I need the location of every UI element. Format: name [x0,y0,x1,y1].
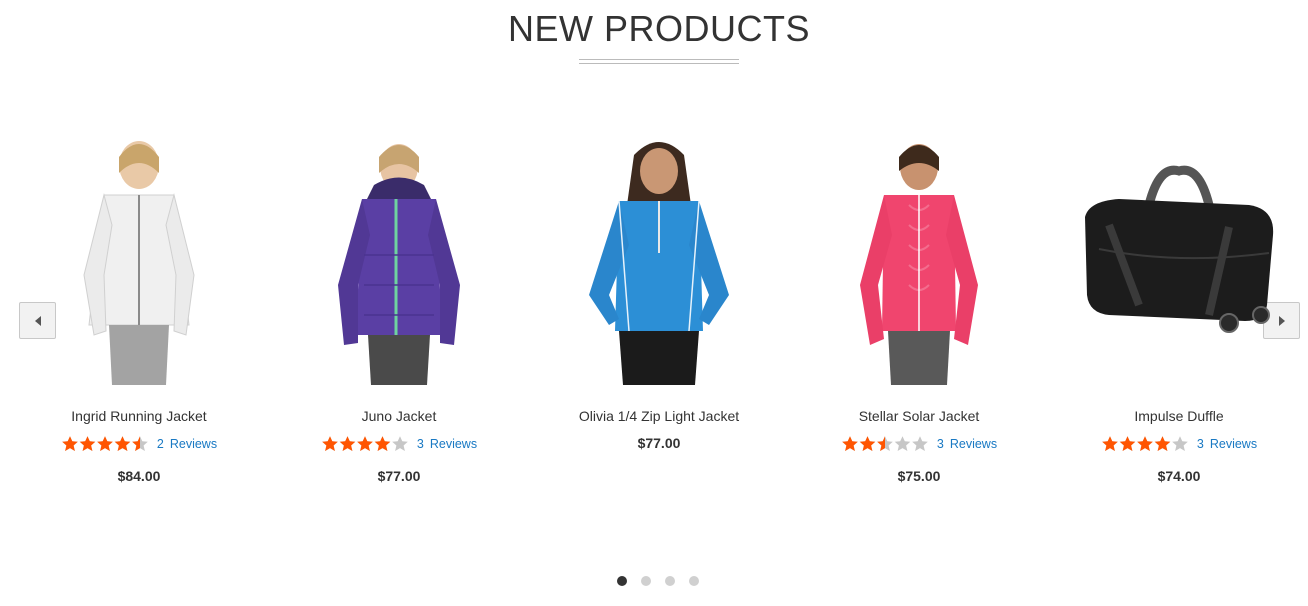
product-rating: 3 Reviews [284,434,514,454]
carousel-pagination [617,576,699,586]
product-price: $77.00 [637,435,681,451]
product-item: Olivia 1/4 Zip Light Jacket $77.00 [544,120,774,451]
product-price: $74.00 [1157,468,1201,484]
rating-stars-icon [321,435,409,453]
section-title: NEW PRODUCTS [508,8,810,49]
carousel-dot[interactable] [689,576,699,586]
product-image-juno-jacket[interactable] [284,120,514,385]
product-name[interactable]: Juno Jacket [284,407,514,425]
product-price: $75.00 [897,468,941,484]
reviews-link[interactable]: 2 Reviews [157,437,217,451]
product-name[interactable]: Impulse Duffle [1064,407,1294,425]
product-item: Stellar Solar Jacket 3 Reviews $75.00 [804,120,1034,484]
title-divider [579,59,739,64]
product-rating: 3 Reviews [804,434,1034,454]
product-rating: 3 Reviews [1064,434,1294,454]
product-carousel: Ingrid Running Jacket 2 Reviews $84.00 Ju… [0,120,1308,500]
carousel-dot[interactable] [641,576,651,586]
product-image-olivia-zip-jacket[interactable] [544,120,774,385]
product-name[interactable]: Stellar Solar Jacket [804,407,1034,425]
product-item: Ingrid Running Jacket 2 Reviews $84.00 [24,120,254,484]
product-item: Impulse Duffle 3 Reviews $74.00 [1064,120,1294,484]
product-price: $84.00 [117,468,161,484]
carousel-dot[interactable] [665,576,675,586]
rating-stars-icon [1101,435,1189,453]
product-image-impulse-duffle[interactable] [1064,120,1294,385]
product-image-ingrid-running-jacket[interactable] [24,120,254,385]
reviews-link[interactable]: 3 Reviews [937,437,997,451]
product-price: $77.00 [377,468,421,484]
product-rating: 2 Reviews [24,434,254,454]
product-item: Juno Jacket 3 Reviews $77.00 [284,120,514,484]
rating-stars-icon [61,435,149,453]
rating-stars-icon [841,435,929,453]
carousel-dot[interactable] [617,576,627,586]
reviews-link[interactable]: 3 Reviews [417,437,477,451]
product-image-stellar-solar-jacket[interactable] [804,120,1034,385]
product-name[interactable]: Ingrid Running Jacket [24,407,254,425]
product-name[interactable]: Olivia 1/4 Zip Light Jacket [544,407,774,425]
reviews-link[interactable]: 3 Reviews [1197,437,1257,451]
